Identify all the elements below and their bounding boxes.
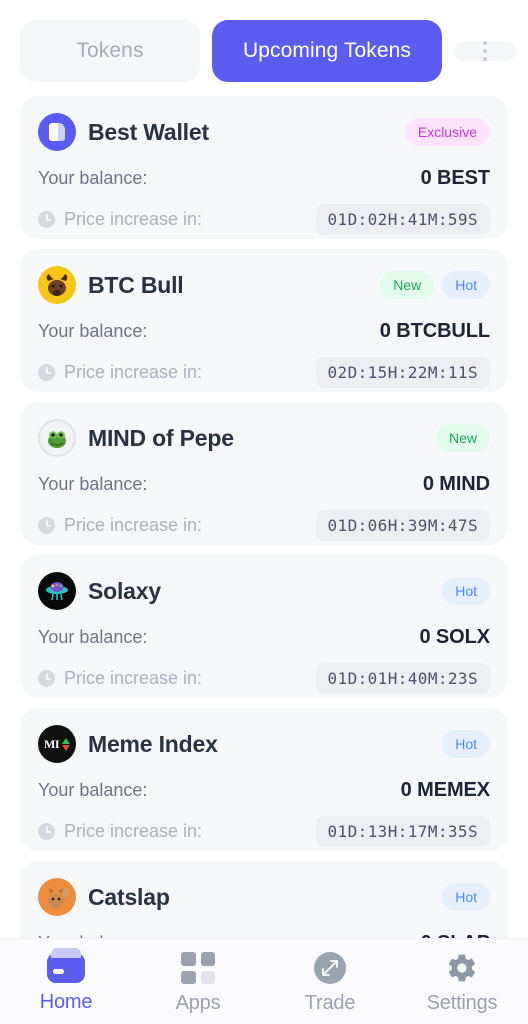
nav-label: Settings xyxy=(426,992,498,1014)
price-increase-label: Price increase in: xyxy=(64,514,203,535)
token-card-header: MIND of Pepe New xyxy=(38,418,490,458)
token-name: Meme Index xyxy=(88,730,218,757)
balance-label: Your balance: xyxy=(38,473,148,494)
nav-label: Apps xyxy=(175,992,221,1014)
balance-row: Your balance: 0 BTCBULL xyxy=(38,316,490,346)
nav-item-apps[interactable]: Apps xyxy=(132,952,264,1015)
clock-icon xyxy=(38,516,55,534)
badge-group: Hot xyxy=(442,577,490,605)
best-wallet-logo xyxy=(38,113,76,151)
balance-value: 0 BEST xyxy=(420,166,491,189)
nav-item-home[interactable]: Home xyxy=(0,948,132,1014)
btc-bull-logo xyxy=(38,266,76,304)
balance-row: Your balance: 0 SOLX xyxy=(38,622,490,652)
balance-row: Your balance: 0 MIND xyxy=(38,469,490,499)
mind-of-pepe-logo xyxy=(38,419,76,457)
token-card-header: BTC Bull New Hot xyxy=(38,265,490,305)
token-name: BTC Bull xyxy=(88,271,184,298)
clock-icon xyxy=(38,669,55,687)
token-card-header: Best Wallet Exclusive xyxy=(38,112,490,152)
balance-value: 0 BTCBULL xyxy=(379,319,490,342)
nav-item-settings[interactable]: Settings xyxy=(396,952,528,1015)
token-name: Solaxy xyxy=(88,577,161,604)
price-increase-label: Price increase in: xyxy=(64,667,203,688)
status-badge: Hot xyxy=(442,271,490,299)
badge-group: New xyxy=(435,424,490,452)
clock-icon xyxy=(38,822,55,840)
balance-value: 0 SOLX xyxy=(419,625,490,648)
catslap-logo xyxy=(38,878,76,916)
balance-label: Your balance: xyxy=(38,626,148,647)
expand-arrows-icon xyxy=(314,952,346,984)
status-badge: New xyxy=(435,424,490,452)
price-increase-row: Price increase in: 02D:15H:22M:11S xyxy=(38,356,490,388)
gear-icon xyxy=(446,952,478,984)
countdown-timer: 01D:06H:39M:47S xyxy=(315,509,490,541)
grid-icon xyxy=(181,952,215,984)
wallet-icon xyxy=(47,948,85,983)
balance-value: 0 MEMEX xyxy=(400,778,490,801)
badge-group: Hot xyxy=(442,883,490,911)
price-increase-row: Price increase in: 01D:13H:17M:35S xyxy=(38,815,490,847)
price-increase-label: Price increase in: xyxy=(64,208,203,229)
tab-tokens[interactable]: Tokens xyxy=(20,20,200,82)
token-card[interactable]: MI Meme Index Hot Your balance: 0 MEMEX … xyxy=(20,708,508,851)
status-badge: New xyxy=(380,271,435,299)
status-badge: Exclusive xyxy=(404,118,490,146)
nav-label: Trade xyxy=(304,992,356,1014)
balance-label: Your balance: xyxy=(38,779,148,800)
token-name: MIND of Pepe xyxy=(88,424,234,451)
kebab-dot xyxy=(483,41,487,45)
clock-icon xyxy=(38,363,55,381)
token-name: Best Wallet xyxy=(88,118,209,145)
nav-label: Home xyxy=(39,991,93,1013)
status-badge: Hot xyxy=(442,883,490,911)
countdown-timer: 02D:15H:22M:11S xyxy=(315,356,490,388)
upcoming-tokens-screen: Tokens Upcoming Tokens Best Wallet Exclu… xyxy=(0,0,528,1024)
balance-row: Your balance: 0 BEST xyxy=(38,163,490,193)
balance-row: Your balance: 0 MEMEX xyxy=(38,775,490,805)
top-tab-bar: Tokens Upcoming Tokens xyxy=(0,0,528,82)
price-increase-row: Price increase in: 01D:02H:41M:59S xyxy=(38,203,490,235)
token-name: Catslap xyxy=(88,883,170,910)
status-badge: Hot xyxy=(442,730,490,758)
tab-upcoming-tokens[interactable]: Upcoming Tokens xyxy=(212,20,442,82)
token-card-header: MI Meme Index Hot xyxy=(38,724,490,764)
clock-icon xyxy=(38,210,55,228)
price-increase-label: Price increase in: xyxy=(64,820,203,841)
nav-item-trade[interactable]: Trade xyxy=(264,952,396,1015)
price-increase-label: Price increase in: xyxy=(64,361,203,382)
kebab-dot xyxy=(483,49,487,53)
balance-label: Your balance: xyxy=(38,167,148,188)
bottom-navigation: Home Apps Trade Settings xyxy=(0,938,528,1024)
kebab-menu-icon[interactable] xyxy=(454,41,516,61)
solaxy-logo xyxy=(38,572,76,610)
kebab-dot xyxy=(483,57,487,61)
balance-label: Your balance: xyxy=(38,320,148,341)
token-card-header: Solaxy Hot xyxy=(38,571,490,611)
badge-group: New Hot xyxy=(380,271,490,299)
meme-index-logo: MI xyxy=(38,725,76,763)
countdown-timer: 01D:02H:41M:59S xyxy=(315,203,490,235)
status-badge: Hot xyxy=(442,577,490,605)
badge-group: Hot xyxy=(442,730,490,758)
token-card[interactable]: Best Wallet Exclusive Your balance: 0 BE… xyxy=(20,96,508,239)
price-increase-row: Price increase in: 01D:06H:39M:47S xyxy=(38,509,490,541)
countdown-timer: 01D:13H:17M:35S xyxy=(315,815,490,847)
price-increase-row: Price increase in: 01D:01H:40M:23S xyxy=(38,662,490,694)
token-card[interactable]: MIND of Pepe New Your balance: 0 MIND Pr… xyxy=(20,402,508,545)
balance-value: 0 MIND xyxy=(422,472,490,495)
token-card[interactable]: Solaxy Hot Your balance: 0 SOLX Price in… xyxy=(20,555,508,698)
token-card[interactable]: BTC Bull New Hot Your balance: 0 BTCBULL… xyxy=(20,249,508,392)
token-list: Best Wallet Exclusive Your balance: 0 BE… xyxy=(0,82,528,1004)
countdown-timer: 01D:01H:40M:23S xyxy=(315,662,490,694)
badge-group: Exclusive xyxy=(404,118,490,146)
token-card-header: Catslap Hot xyxy=(38,877,490,917)
